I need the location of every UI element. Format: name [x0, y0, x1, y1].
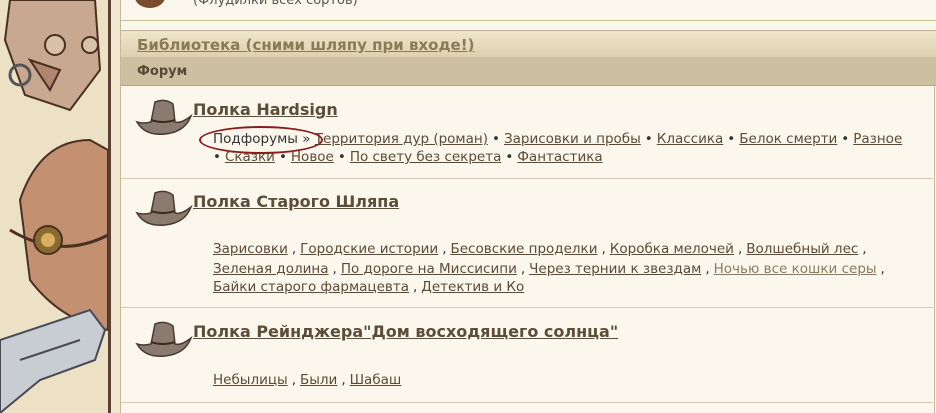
forum-title-link[interactable]: Полка Рейнджера"Дом восходящего солнца"	[193, 322, 618, 341]
forum-title-link[interactable]: Полка Hardsign	[193, 100, 338, 119]
subforum-link[interactable]: Детектив и Ко	[421, 279, 524, 295]
category-header: Форум	[121, 57, 936, 86]
section-header: Библиотека (сними шляпу при входе!)	[121, 30, 936, 58]
subforum-link[interactable]: Разное	[853, 131, 902, 147]
forum-icon	[135, 0, 165, 8]
forum-panel: (Флудилки всех сортов) Библиотека (сними…	[120, 0, 936, 413]
subforum-line: Зеленая долина, По дороге на Миссисипи, Че…	[213, 261, 885, 277]
column-divider	[934, 86, 935, 413]
cowboy-hat-icon	[135, 321, 193, 357]
subforum-link[interactable]: Городские истории	[300, 241, 438, 257]
subforum-link[interactable]: Через тернии к звездам	[529, 261, 701, 277]
cowboy-hat-icon	[135, 190, 193, 226]
subforum-link[interactable]: Зарисовки и пробы	[504, 131, 641, 147]
cowboy-hat-icon	[135, 99, 193, 135]
forum-row: Полка Рейнджера"Дом восходящего солнца" …	[121, 308, 933, 403]
subforum-link[interactable]: Волшебный лес	[746, 241, 858, 257]
subforum-link[interactable]: Зеленая долина	[213, 261, 329, 277]
subforum-link[interactable]: Байки старого фармацевта	[213, 279, 409, 295]
subforums-label: Подфорумы »	[199, 126, 323, 154]
subforum-link[interactable]: Белок смерти	[739, 131, 837, 147]
forum-title-link[interactable]: Полка Старого Шляпа	[193, 192, 399, 211]
subforum-link[interactable]: По дороге на Миссисипи	[341, 261, 517, 277]
subforum-link[interactable]: Ночью все кошки серы	[714, 261, 877, 277]
decorative-cowboy-illustration	[0, 0, 108, 413]
subforum-line: Байки старого фармацевта, Детектив и Ко	[213, 279, 525, 295]
subforum-link[interactable]: По свету без секрета	[350, 149, 502, 165]
category-title: Форум	[137, 64, 188, 79]
subforum-line: Подфорумы » Территория дур (роман) • Зарис…	[199, 126, 902, 154]
subforum-link[interactable]: Территория дур (роман)	[315, 131, 488, 147]
forum-row: Полка Hardsign Подфорумы » Территория ду…	[121, 86, 933, 179]
forum-row: Полка Старого Шляпа Зарисовки, Городские …	[121, 179, 933, 308]
subforum-link[interactable]: Фантастика	[517, 149, 602, 165]
forum-description: (Флудилки всех сортов)	[193, 0, 358, 8]
subforum-link[interactable]: Зарисовки	[213, 241, 288, 257]
subforum-link[interactable]: Коробка мелочей	[610, 241, 734, 257]
subforum-link[interactable]: Новое	[291, 149, 334, 165]
subforum-link[interactable]: Небылицы	[213, 372, 288, 388]
library-section-link[interactable]: Библиотека (сними шляпу при входе!)	[137, 36, 474, 54]
subforum-line: • Сказки • Новое • По свету без секрета • Фанта…	[213, 149, 603, 165]
subforum-line: Зарисовки, Городские истории, Бесовские пр…	[213, 241, 867, 257]
subforum-link[interactable]: Шабаш	[350, 372, 402, 388]
previous-forum-row: (Флудилки всех сортов)	[121, 0, 936, 21]
subforum-link[interactable]: Классика	[657, 131, 724, 147]
subforum-link[interactable]: Бесовские проделки	[450, 241, 597, 257]
subforum-link[interactable]: Были	[300, 372, 337, 388]
subforum-line: Небылицы, Были, Шабаш	[213, 372, 402, 388]
subforum-link[interactable]: Сказки	[225, 149, 275, 165]
